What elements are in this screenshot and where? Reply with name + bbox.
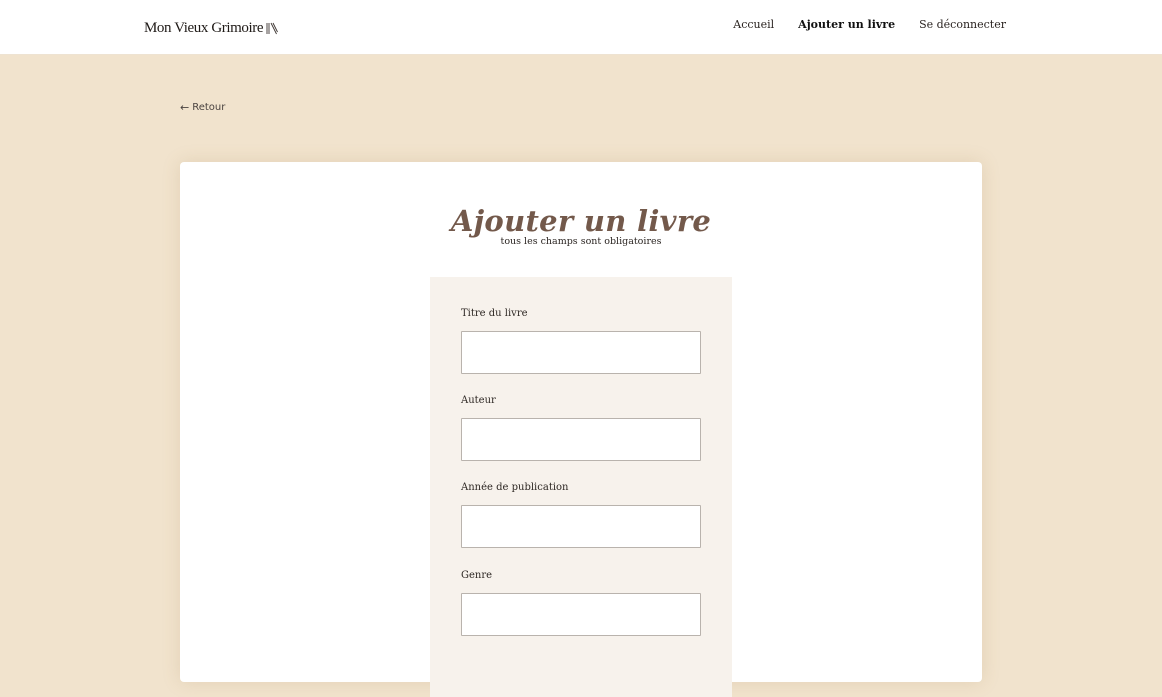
brand-logo[interactable]: Mon Vieux Grimoire bbox=[144, 20, 279, 37]
title-field-label: Titre du livre bbox=[461, 308, 528, 319]
add-book-form: Titre du livre Auteur Année de publicati… bbox=[430, 277, 732, 697]
book-icon bbox=[266, 22, 279, 35]
arrow-left-icon: ← bbox=[180, 101, 190, 114]
nav-item-accueil[interactable]: Accueil bbox=[733, 18, 774, 31]
year-field-label: Année de publication bbox=[461, 482, 569, 493]
author-input[interactable] bbox=[461, 418, 701, 461]
nav-item-se-deconnecter[interactable]: Se déconnecter bbox=[919, 18, 1006, 31]
required-fields-note: tous les champs sont obligatoires bbox=[500, 236, 662, 247]
page-title: Ajouter un livre bbox=[450, 204, 712, 238]
add-book-card: Ajouter un livre tous les champs sont ob… bbox=[180, 162, 982, 697]
publication-year-input[interactable] bbox=[461, 505, 701, 548]
back-link-label: Retour bbox=[192, 102, 226, 113]
back-link[interactable]: ← Retour bbox=[180, 102, 225, 113]
top-navigation-bar: Mon Vieux Grimoire Accueil Ajouter un li… bbox=[0, 0, 1162, 55]
title-input[interactable] bbox=[461, 331, 701, 374]
brand-name: Mon Vieux Grimoire bbox=[144, 20, 264, 36]
nav-item-ajouter-un-livre[interactable]: Ajouter un livre bbox=[798, 18, 895, 31]
genre-input[interactable] bbox=[461, 593, 701, 636]
genre-field-label: Genre bbox=[461, 570, 493, 581]
main-nav: Accueil Ajouter un livre Se déconnecter bbox=[733, 18, 1006, 31]
author-field-label: Auteur bbox=[461, 395, 496, 406]
